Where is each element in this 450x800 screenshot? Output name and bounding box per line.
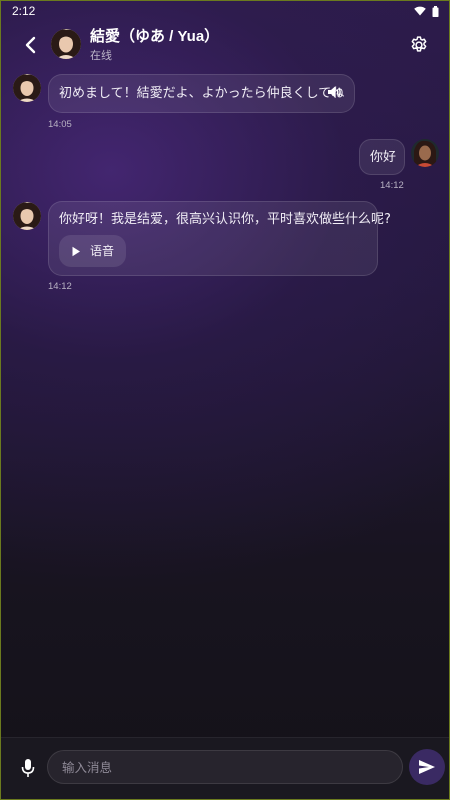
back-button[interactable] [19, 33, 43, 57]
speaker-button[interactable] [327, 85, 342, 105]
message-bubble-user: 你好 [359, 139, 405, 175]
message-bubble-bot: 初めまして！結愛だよ、よかったら仲良くしてね [48, 74, 355, 113]
chat-header: 結愛（ゆあ / Yua） 在线 [1, 23, 449, 67]
back-arrow-icon [25, 36, 36, 54]
bot-avatar[interactable] [13, 74, 41, 102]
chat-title: 結愛（ゆあ / Yua） [90, 28, 220, 45]
message-text: 初めまして！結愛だよ、よかったら仲良くしてね [59, 86, 345, 101]
message-time: 14:05 [48, 119, 72, 130]
message-time: 14:12 [48, 281, 72, 292]
input-bar [1, 737, 449, 799]
mic-button[interactable] [17, 755, 39, 781]
message-text: 你好呀！我是结爱，很高兴认识你，平时喜欢做些什么呢? [59, 212, 391, 227]
send-icon [419, 760, 435, 774]
voice-play-button[interactable]: 语音 [59, 235, 127, 267]
message-text: 你好 [370, 150, 397, 165]
play-icon [72, 246, 80, 256]
message-bubble-bot: 你好呀！我是结爱，很高兴认识你，平时喜欢做些什么呢? 语音 [48, 201, 391, 276]
status-icons [414, 5, 439, 17]
status-time: 2:12 [12, 4, 36, 18]
status-bar: 2:12 [1, 1, 449, 21]
header-avatar[interactable] [51, 29, 81, 59]
battery-icon [432, 5, 439, 17]
speaker-icon [328, 86, 341, 98]
wifi-icon [414, 6, 426, 16]
settings-button[interactable] [407, 33, 431, 57]
message-time: 14:12 [380, 180, 404, 191]
user-avatar[interactable] [411, 139, 439, 167]
header-text: 結愛（ゆあ / Yua） 在线 [90, 27, 219, 64]
send-button[interactable] [409, 749, 445, 785]
bot-avatar[interactable] [13, 202, 41, 230]
chat-screen: 2:12 結愛（ゆあ / Yua） 在线 初めまして！結愛だよ、よかったら仲良く… [0, 0, 450, 800]
message-input[interactable] [47, 750, 403, 784]
mic-icon [21, 759, 35, 777]
voice-label: 语音 [90, 244, 115, 258]
online-status: 在线 [90, 49, 112, 62]
settings-gear-icon [411, 36, 427, 52]
